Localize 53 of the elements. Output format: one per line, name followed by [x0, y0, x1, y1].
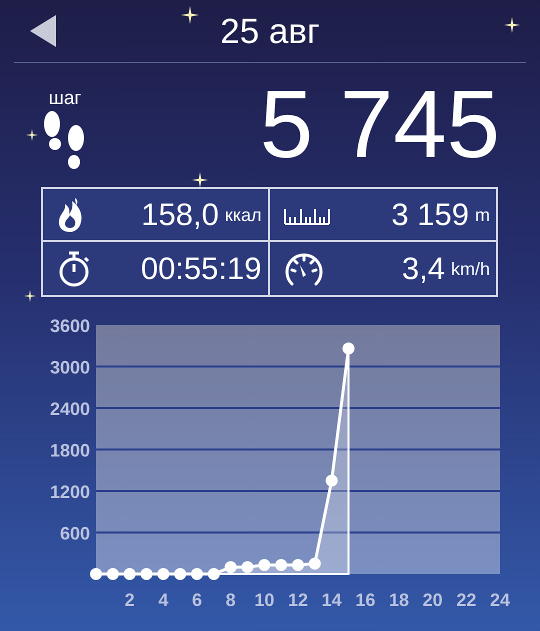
duration-value: 00:55:19	[140, 253, 262, 284]
step-count: 5 745	[260, 77, 500, 173]
x-tick-label: 10	[254, 590, 274, 610]
sparkle-icon	[24, 290, 36, 302]
back-icon[interactable]	[30, 15, 56, 47]
x-tick-label: 22	[456, 590, 476, 610]
y-tick-label: 3600	[50, 316, 90, 336]
x-tick-label: 2	[124, 590, 135, 610]
unit-label: km/h	[450, 260, 490, 278]
data-point	[292, 559, 304, 571]
data-point	[157, 568, 170, 580]
data-point	[140, 568, 152, 580]
data-point	[224, 561, 237, 574]
x-tick-label: 4	[158, 590, 168, 610]
data-point	[106, 568, 119, 580]
x-tick-label: 16	[355, 590, 376, 610]
data-point	[326, 474, 338, 487]
unit-label: m	[475, 206, 490, 224]
x-tick-label: 24	[490, 590, 510, 610]
data-point	[208, 568, 220, 580]
calories-value: 158,0	[141, 199, 219, 230]
flame-icon	[57, 198, 83, 232]
speedometer-icon	[284, 250, 324, 286]
x-tick-label: 20	[422, 590, 443, 610]
sparkle-icon	[504, 17, 520, 33]
sparkle-icon	[26, 129, 38, 141]
x-tick-label: 12	[288, 590, 308, 610]
speed-value: 3,4	[402, 253, 445, 284]
data-point	[242, 561, 254, 574]
date-title: 25 авг	[220, 14, 320, 48]
steps-label: шаг	[48, 88, 82, 108]
data-point	[191, 568, 203, 580]
y-tick-label: 1200	[50, 482, 90, 502]
data-point	[275, 559, 288, 571]
y-tick-label: 1800	[50, 440, 90, 460]
unit-label: ккал	[224, 206, 262, 224]
data-point	[124, 568, 136, 580]
y-tick-label: 3000	[50, 358, 90, 378]
x-tick-label: 14	[322, 590, 342, 610]
y-tick-label: 600	[60, 524, 90, 544]
stopwatch-icon	[57, 250, 91, 288]
sparkle-icon	[181, 6, 199, 24]
data-point	[308, 558, 321, 570]
data-point	[342, 342, 354, 355]
x-tick-label: 6	[192, 590, 202, 610]
sparkle-icon	[192, 172, 208, 188]
distance-value: 3 159	[391, 199, 469, 230]
data-point	[174, 568, 186, 580]
y-tick-label: 2400	[50, 399, 90, 419]
x-tick-label: 8	[226, 590, 236, 610]
data-point	[90, 568, 102, 580]
x-tick-label: 18	[388, 590, 410, 610]
data-point	[258, 559, 270, 571]
